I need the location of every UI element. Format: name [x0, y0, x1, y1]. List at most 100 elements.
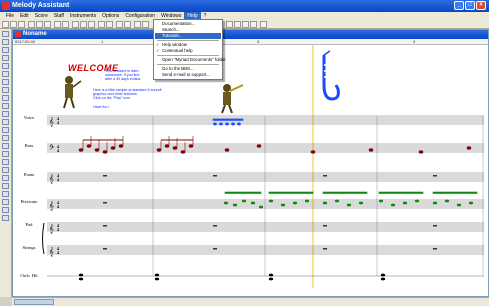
rewind-icon[interactable]: [226, 21, 233, 28]
svg-text:𝄞: 𝄞: [49, 224, 54, 233]
instrument-label-strings[interactable]: Strings: [15, 245, 43, 250]
instrument-label-pad[interactable]: Pad: [15, 222, 43, 227]
mixer-icon[interactable]: [116, 21, 123, 28]
pointer-tool-icon[interactable]: [2, 31, 9, 37]
title-bar: Melody Assistant _ □ ×: [0, 0, 489, 12]
score-document-window: Noname 0017:00.00 1 3 4 WELCOME This sof…: [12, 29, 489, 297]
menu-edit[interactable]: Edit: [17, 12, 32, 20]
metronome-icon[interactable]: [260, 21, 267, 28]
zoom-out-icon[interactable]: [106, 21, 113, 28]
svg-text:4: 4: [57, 148, 59, 153]
copy-icon[interactable]: [36, 21, 43, 28]
zoom-in-icon[interactable]: [98, 21, 105, 28]
dynamics-tool-icon[interactable]: [2, 159, 9, 165]
svg-text:4: 4: [57, 177, 59, 182]
svg-text:4: 4: [57, 120, 59, 125]
quarter-note-tool-icon[interactable]: [2, 55, 9, 61]
svg-text:𝄞: 𝄞: [49, 201, 54, 210]
redo-icon[interactable]: [62, 21, 69, 28]
instrument-label-pizzicato[interactable]: Pizzicato: [15, 199, 43, 204]
stop-icon[interactable]: [80, 21, 87, 28]
key-tool-icon[interactable]: [2, 199, 9, 205]
clef-tool-icon[interactable]: [2, 191, 9, 197]
new-icon[interactable]: [2, 21, 9, 28]
print-icon[interactable]: [124, 21, 131, 28]
paste-icon[interactable]: [44, 21, 51, 28]
back-icon[interactable]: [234, 21, 241, 28]
horizontal-scrollbar[interactable]: [12, 297, 489, 306]
menu-item-open-myriad-documents[interactable]: Open "Myriad Documents" folder: [162, 57, 226, 63]
end-icon[interactable]: [250, 21, 257, 28]
document-title: Noname: [23, 31, 47, 37]
chord-tool-icon[interactable]: [2, 135, 9, 141]
instrument-label-bass[interactable]: Bass: [15, 143, 43, 148]
repeat-tool-icon[interactable]: [2, 183, 9, 189]
flat-tool-icon[interactable]: [2, 103, 9, 109]
rest-tool-icon[interactable]: [2, 79, 9, 85]
half-note-tool-icon[interactable]: [2, 47, 9, 53]
menu-options[interactable]: Options: [99, 12, 122, 20]
menu-separator: [157, 64, 219, 65]
menu-item-email-support[interactable]: Send e-mail to support...: [162, 72, 210, 78]
menu-item-contextual-help[interactable]: Contextual help: [162, 48, 193, 54]
document-icon: [15, 31, 21, 37]
menu-separator: [157, 55, 219, 56]
eighth-note-tool-icon[interactable]: [2, 63, 9, 69]
close-button[interactable]: ×: [476, 1, 486, 10]
menu-instruments[interactable]: Instruments: [67, 12, 99, 20]
trumpet-player-figure: [221, 84, 244, 114]
accent-tool-icon[interactable]: [2, 167, 9, 173]
dot-tool-icon[interactable]: [2, 87, 9, 93]
open-icon[interactable]: [10, 21, 17, 28]
rest-icon[interactable]: [142, 21, 149, 28]
scroll-thumb[interactable]: [14, 299, 54, 305]
svg-text:𝄞: 𝄞: [49, 247, 54, 256]
triplet-tool-icon[interactable]: [2, 127, 9, 133]
sharp-tool-icon[interactable]: [2, 95, 9, 101]
svg-text:𝄞: 𝄞: [49, 117, 54, 126]
score-canvas: 𝄞𝄢𝄞 𝄞𝄞𝄞 44 44 44 44 44 44: [42, 45, 484, 288]
checkmark-icon: ✓: [156, 48, 160, 53]
score-area[interactable]: WELCOME This software is distri sharewar…: [13, 45, 488, 288]
forward-icon[interactable]: [242, 21, 249, 28]
saxophone-figure: [322, 50, 340, 101]
svg-text:4: 4: [57, 250, 59, 255]
instrument-label-orch-hit[interactable]: Orch. Hit: [15, 273, 43, 278]
play-icon[interactable]: [72, 21, 79, 28]
maximize-button[interactable]: □: [465, 1, 475, 10]
cut-icon[interactable]: [28, 21, 35, 28]
lyrics-tool-icon[interactable]: [2, 151, 9, 157]
left-tool-palette: [0, 29, 12, 297]
minimize-button[interactable]: _: [454, 1, 464, 10]
record-icon[interactable]: [88, 21, 95, 28]
eraser-tool-icon[interactable]: [2, 215, 9, 221]
save-icon[interactable]: [18, 21, 25, 28]
svg-text:4: 4: [57, 227, 59, 232]
menu-separator: [157, 40, 219, 41]
conductor-figure: [63, 76, 82, 109]
undo-icon[interactable]: [54, 21, 61, 28]
instrument-label-voice[interactable]: Voice: [15, 115, 43, 120]
slur-tool-icon[interactable]: [2, 175, 9, 181]
orch-hit-chords: [78, 273, 386, 281]
note-icon[interactable]: [134, 21, 141, 28]
clefs: 𝄞 𝄢 𝄞 𝄞 𝄞 𝄞: [49, 117, 54, 256]
tempo-tool-icon[interactable]: [2, 207, 9, 213]
menu-score[interactable]: Score: [32, 12, 51, 20]
whole-note-tool-icon[interactable]: [2, 39, 9, 45]
instrument-label-piano[interactable]: Piano: [15, 172, 43, 177]
window-title: Melody Assistant: [12, 2, 70, 9]
bass-notes: [78, 136, 472, 154]
text-tool-icon[interactable]: [2, 143, 9, 149]
menu-file[interactable]: File: [3, 12, 17, 20]
menu-bar: File Edit Score Staff Instruments Option…: [0, 12, 489, 20]
menu-staff[interactable]: Staff: [51, 12, 67, 20]
natural-tool-icon[interactable]: [2, 111, 9, 117]
app-window: Melody Assistant _ □ × File Edit Score S…: [0, 0, 489, 306]
sixteenth-note-tool-icon[interactable]: [2, 71, 9, 77]
time-signatures: 44 44 44 44 44 44: [57, 116, 59, 255]
tie-tool-icon[interactable]: [2, 119, 9, 125]
menu-item-tutorials[interactable]: Tutorials...: [162, 33, 182, 39]
app-icon: [2, 2, 10, 10]
document-title-bar: Noname: [13, 30, 488, 39]
